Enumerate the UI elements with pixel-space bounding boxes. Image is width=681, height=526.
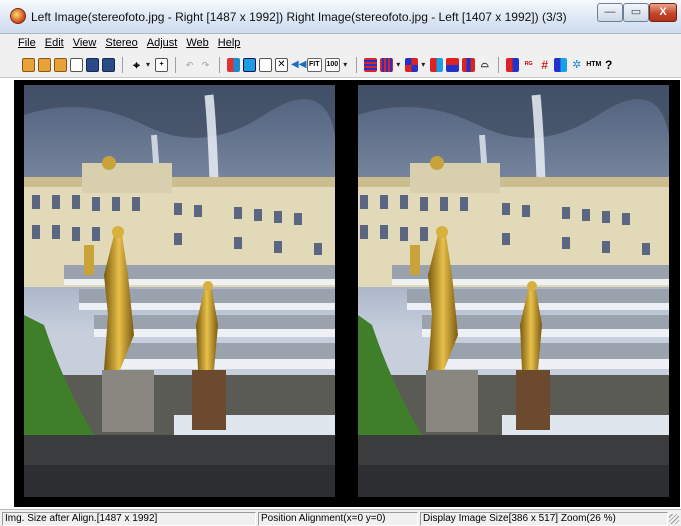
interlaced-icon[interactable] [364,57,378,72]
chevron-down-icon[interactable]: ▾ [396,58,402,72]
html-export-icon[interactable]: HTM [586,58,601,72]
chevron-down-icon[interactable]: ▾ [421,58,427,72]
save-icon[interactable] [86,57,99,72]
column-interleaved-icon[interactable] [380,57,394,72]
left-image[interactable] [24,85,335,497]
checkerboard-icon[interactable] [405,57,419,72]
status-image-size: Img. Size after Align.[1487 x 1992] [2,512,256,526]
toolbar-separator [175,56,176,73]
toolbar-separator [122,56,123,73]
toolbar: ⌖ ▾ + ↶ ↷ ✕ ◀◀ FIT 100 ▾ ▾ ▾ ⌓ ᴿᴳ # ✲ HT… [0,52,681,78]
resize-grip[interactable] [669,514,679,524]
menu-help[interactable]: Help [218,37,241,49]
undo-icon[interactable]: ↶ [183,58,196,72]
parallel-view-icon[interactable] [554,57,568,72]
open-left-image-icon[interactable] [22,57,35,72]
title-bar: Left Image(stereofoto.jpg - Right [1487 … [0,0,681,34]
glasses-icon[interactable]: ⌓ [478,58,491,72]
redo-icon[interactable]: ↷ [199,58,212,72]
minimize-button[interactable]: — [597,3,623,22]
open-right-image-icon[interactable] [38,57,51,72]
menu-stereo[interactable]: Stereo [105,37,137,49]
toolbar-separator [356,56,358,73]
menu-web[interactable]: Web [186,37,208,49]
app-icon [10,8,26,24]
full-screen-icon[interactable] [259,57,272,72]
settings-icon[interactable]: ✲ [570,58,583,72]
help-icon[interactable]: ? [602,58,615,72]
window-mode-icon[interactable] [243,57,256,72]
stereo-text-icon[interactable]: ᴿᴳ [522,58,535,72]
hash-grid-icon[interactable]: # [538,58,551,72]
toolbar-separator [219,56,220,73]
open-from-clipboard-icon[interactable] [70,57,83,72]
status-display-size: Display Image Size[386 x 517] Zoom(26 %) [420,512,668,526]
menu-adjust[interactable]: Adjust [147,37,178,49]
open-stereo-image-icon[interactable] [54,57,67,72]
status-position-alignment: Position Alignment(x=0 y=0) [258,512,418,526]
fit-window-icon[interactable]: FIT [307,57,322,72]
side-by-side-icon[interactable] [462,57,476,72]
toolbar-separator [498,56,500,73]
status-bar: Img. Size after Align.[1487 x 1992] Posi… [0,509,681,526]
menu-bar: File Edit View Stereo Adjust Web Help [0,34,681,52]
palace-fountain-photo-right [358,85,669,497]
left-right-icon[interactable] [506,57,520,72]
close-button[interactable]: X [649,3,677,22]
chevron-down-icon[interactable]: ▾ [146,58,152,72]
maximize-button[interactable]: ▭ [623,3,649,22]
menu-view[interactable]: View [73,37,97,49]
menu-edit[interactable]: Edit [45,37,64,49]
window-title: Left Image(stereofoto.jpg - Right [1487 … [31,10,567,24]
chevron-down-icon[interactable]: ▾ [343,58,349,72]
clear-icon[interactable]: ✕ [275,57,288,72]
palace-fountain-photo-left [24,85,335,497]
crosshair-icon[interactable]: ⌖ [130,58,143,72]
menu-file[interactable]: File [18,37,36,49]
save-as-icon[interactable] [102,57,115,72]
zoom-100-icon[interactable]: 100 [324,57,341,72]
right-image[interactable] [358,85,669,497]
auto-align-icon[interactable]: + [155,57,168,72]
above-below-icon[interactable] [446,57,460,72]
stereo-viewport[interactable] [14,80,680,507]
swap-images-icon[interactable] [227,57,240,72]
rewind-icon[interactable]: ◀◀ [291,58,306,72]
anaglyph-icon[interactable] [430,57,444,72]
